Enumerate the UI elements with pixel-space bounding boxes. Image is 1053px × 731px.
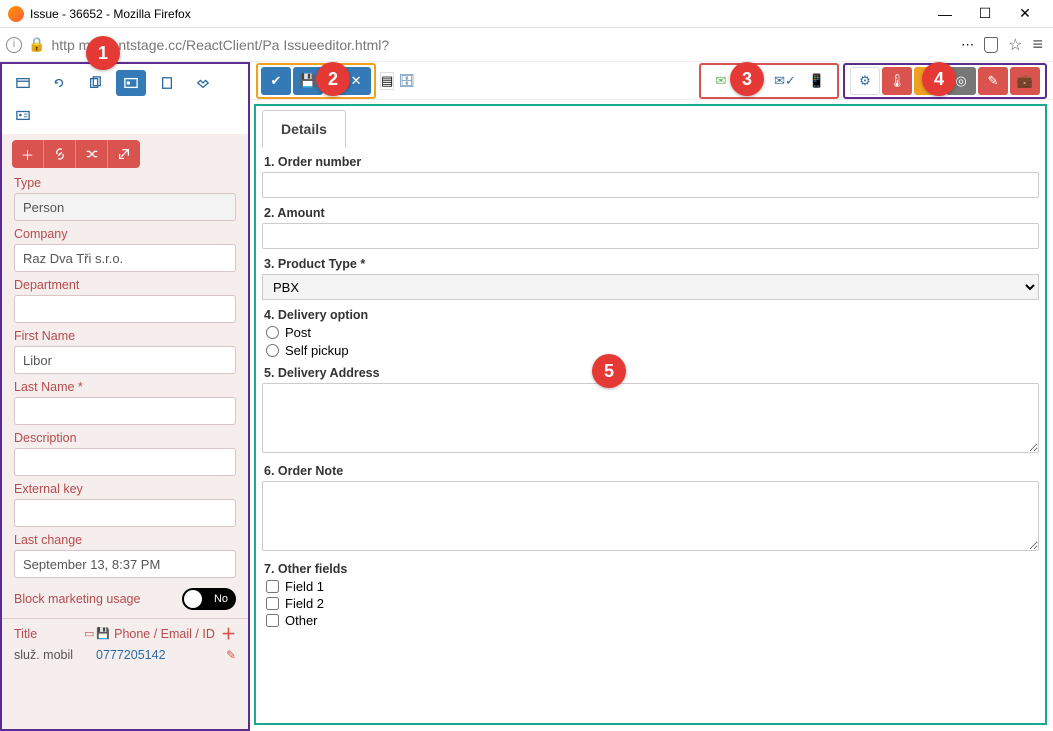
firstname-label: First Name (14, 329, 236, 343)
delivery-post-radio[interactable] (266, 326, 279, 339)
callout-4: 4 (922, 62, 956, 96)
field2-checkbox[interactable] (266, 597, 279, 610)
briefcase-button[interactable]: 💼 (1010, 67, 1040, 95)
lastchange-field[interactable] (14, 550, 236, 578)
mobile-button[interactable]: 📱 (802, 67, 832, 95)
contact-row-title: služ. mobil (14, 648, 96, 662)
bookmark-star-icon[interactable]: ☆ (1008, 35, 1022, 55)
lastname-label: Last Name * (14, 380, 236, 394)
add-button[interactable]: ＋ (12, 140, 44, 168)
order-number-field[interactable] (262, 172, 1039, 198)
shuffle-button[interactable] (76, 140, 108, 168)
hamburger-menu-icon[interactable]: ≡ (1032, 34, 1043, 55)
firefox-favicon (8, 6, 24, 22)
contact-row: služ. mobil 0777205142 ✎ (2, 646, 248, 668)
contact-row-phone[interactable]: 0777205142 (96, 648, 226, 662)
shield-icon[interactable] (984, 37, 998, 53)
main-panel: ✔ 💾 💾✕ ▤ 🗄 ✉ 📞 ✉✓ 📱 ⚙ 🌡 ⚖ ◎ ✎ 💼 (250, 62, 1053, 731)
department-field[interactable] (14, 295, 236, 323)
delivery-address-field[interactable] (262, 383, 1039, 453)
card-icon[interactable] (8, 70, 38, 96)
window-titlebar: Issue - 36652 - Mozilla Firefox — ☐ ✕ (0, 0, 1053, 28)
company-field[interactable] (14, 244, 236, 272)
other-label: Other (285, 613, 318, 628)
info-icon[interactable]: i (6, 37, 22, 53)
window-title: Issue - 36652 - Mozilla Firefox (30, 7, 925, 21)
link-button[interactable] (44, 140, 76, 168)
order-number-label: 1. Order number (264, 155, 1039, 169)
amount-label: 2. Amount (264, 206, 1039, 220)
type-label: Type (14, 176, 236, 190)
edit-button[interactable]: ✎ (978, 67, 1008, 95)
delivery-self-label: Self pickup (285, 343, 349, 358)
card-mini-icon: ▭ (84, 627, 94, 640)
note-icon[interactable] (152, 70, 182, 96)
window-minimize[interactable]: — (925, 0, 965, 28)
delivery-option-label: 4. Delivery option (264, 308, 1039, 322)
edit-contact-icon[interactable]: ✎ (226, 648, 236, 662)
amount-field[interactable] (262, 223, 1039, 249)
field2-label: Field 2 (285, 596, 324, 611)
externalkey-label: External key (14, 482, 236, 496)
mail-check-button[interactable]: ✉✓ (770, 67, 800, 95)
url-text[interactable]: http mo.frontstage.cc/ReactClient/Pa Iss… (51, 37, 955, 53)
firstname-field[interactable] (14, 346, 236, 374)
sidebar-panel: ＋ Type Company Department First Name Las… (0, 62, 250, 731)
department-label: Department (14, 278, 236, 292)
delivery-self-radio[interactable] (266, 344, 279, 357)
add-contact-button[interactable]: ＋ (221, 623, 236, 644)
callout-3: 3 (730, 62, 764, 96)
contact-header: Title ▭💾 Phone / Email / ID ＋ (2, 618, 248, 646)
sidebar-action-strip: ＋ (12, 140, 238, 168)
description-label: Description (14, 431, 236, 445)
comm-group: ✉ 📞 ✉✓ 📱 (699, 63, 839, 99)
details-panel: Details 1. Order number 2. Amount 3. Pro… (254, 104, 1047, 725)
product-type-label: 3. Product Type * (264, 257, 1039, 271)
callout-1: 1 (86, 36, 120, 70)
contact-card-icon[interactable] (8, 102, 38, 128)
lastname-field[interactable] (14, 397, 236, 425)
window-maximize[interactable]: ☐ (965, 0, 1005, 28)
description-field[interactable] (14, 448, 236, 476)
window-close[interactable]: ✕ (1005, 0, 1045, 28)
delivery-post-label: Post (285, 325, 311, 340)
field1-label: Field 1 (285, 579, 324, 594)
thermo-button[interactable]: 🌡 (882, 67, 912, 95)
tab-details[interactable]: Details (262, 110, 346, 147)
reader-icon[interactable]: ⋯ (961, 37, 974, 53)
gear-button[interactable]: ⚙ (850, 67, 880, 95)
delivery-address-label: 5. Delivery Address (264, 366, 1039, 380)
callout-5: 5 (592, 354, 626, 388)
check-button[interactable]: ✔ (261, 67, 291, 95)
copy-icon[interactable] (80, 70, 110, 96)
order-note-field[interactable] (262, 481, 1039, 551)
other-checkbox[interactable] (266, 614, 279, 627)
company-label: Company (14, 227, 236, 241)
external-link-button[interactable] (108, 140, 140, 168)
handshake-icon[interactable] (188, 70, 218, 96)
lastchange-label: Last change (14, 533, 236, 547)
other-fields-label: 7. Other fields (264, 562, 1039, 576)
database-icon[interactable]: 🗄 (398, 73, 415, 89)
type-field[interactable] (14, 193, 236, 221)
sidebar-toolbar (2, 64, 248, 134)
contact-title-col: Title (14, 627, 84, 641)
lock-icon: 🔒 (28, 36, 45, 53)
externalkey-field[interactable] (14, 499, 236, 527)
undo-icon[interactable] (44, 70, 74, 96)
product-type-select[interactable]: PBX (262, 274, 1039, 300)
field1-checkbox[interactable] (266, 580, 279, 593)
id-card-icon[interactable] (116, 70, 146, 96)
marketing-toggle[interactable]: No (182, 588, 236, 610)
save-mini-icon: 💾 (96, 627, 110, 640)
callout-2: 2 (316, 62, 350, 96)
layout-button[interactable]: ▤ (380, 72, 394, 90)
contact-phone-col: Phone / Email / ID (114, 627, 221, 641)
address-bar: i 🔒 http mo.frontstage.cc/ReactClient/Pa… (0, 28, 1053, 62)
order-note-label: 6. Order Note (264, 464, 1039, 478)
marketing-label: Block marketing usage (14, 592, 140, 606)
